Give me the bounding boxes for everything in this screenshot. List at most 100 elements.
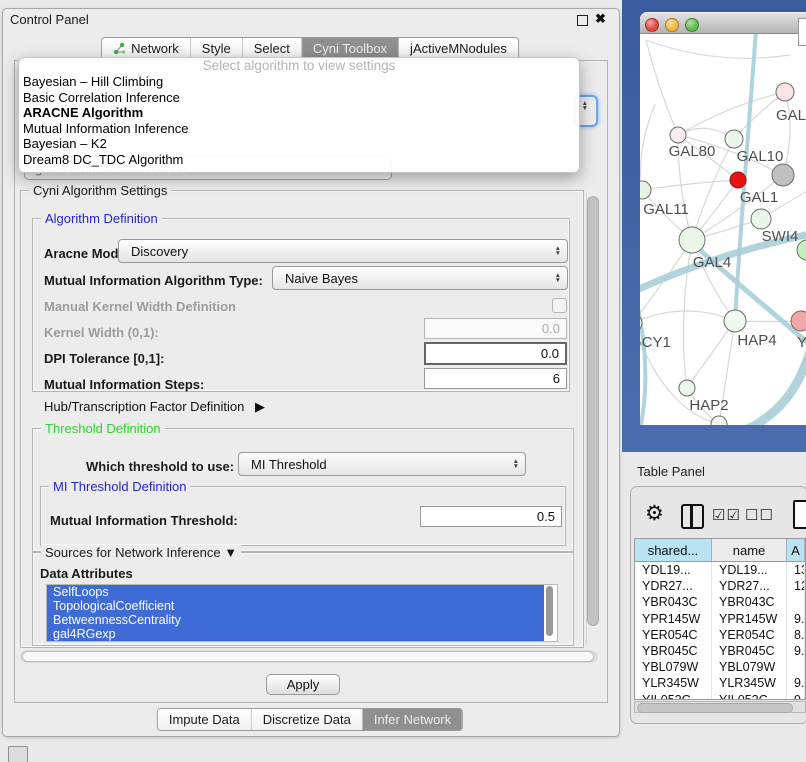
mac-zoom-icon[interactable] xyxy=(685,18,699,32)
network-node-gal10[interactable] xyxy=(725,130,743,148)
stepper-arrows-icon: ▲▼ xyxy=(513,459,519,469)
settings-hscrollbar[interactable] xyxy=(20,650,598,663)
aracne-mode-combo[interactable]: Discovery ▲▼ xyxy=(118,239,568,263)
mac-minimize-icon[interactable] xyxy=(665,18,679,32)
table-row[interactable]: YIL052CYIL052C9 xyxy=(635,692,805,700)
column-header-a[interactable]: A xyxy=(787,539,805,562)
close-icon[interactable]: ✖ xyxy=(595,11,606,27)
mi-type-value: Naive Bayes xyxy=(285,271,358,286)
network-node-gal80[interactable] xyxy=(670,127,686,143)
minimized-panel-icon[interactable] xyxy=(8,746,28,762)
attribute-item-gal4rgexp[interactable]: gal4RGexp xyxy=(47,627,544,641)
network-node-gal[interactable] xyxy=(776,83,794,101)
node-label-gal11: GAL11 xyxy=(643,201,689,218)
columns-icon[interactable] xyxy=(681,504,704,529)
tab-network-label: Network xyxy=(131,41,179,56)
deselect-all-icon[interactable]: ☐☐ xyxy=(745,506,774,524)
tab-network[interactable]: Network xyxy=(102,38,191,59)
bottom-tab-infer-network[interactable]: Infer Network xyxy=(363,709,462,730)
tab-jactivemnodules[interactable]: jActiveMNodules xyxy=(399,38,518,59)
network-node-gal4[interactable] xyxy=(679,227,705,253)
tab-cyni-toolbox[interactable]: Cyni Toolbox xyxy=(302,38,399,59)
float-window-icon[interactable] xyxy=(577,15,588,26)
table-row[interactable]: YBL079WYBL079W xyxy=(635,659,805,675)
table-cell: YIL052C xyxy=(712,692,787,700)
attribute-item-topologicalcoefficient[interactable]: TopologicalCoefficient xyxy=(47,599,544,613)
which-threshold-label: Which threshold to use: xyxy=(86,459,234,474)
column-header-name[interactable]: name xyxy=(712,539,787,562)
mi-threshold-field[interactable]: 0.5 xyxy=(420,506,562,527)
select-all-icon[interactable]: ☑☑ xyxy=(712,506,741,524)
mi-steps-field[interactable]: 6 xyxy=(424,368,567,389)
network-view[interactable]: GALGAL80GAL10GAL1GAL11SWI4GAL4GCY1HAP4YH… xyxy=(640,34,806,425)
attribute-item-selfloops[interactable]: SelfLoops xyxy=(47,585,544,599)
bottom-tab-impute-data[interactable]: Impute Data xyxy=(158,709,252,730)
dpi-tolerance-field[interactable]: 0.0 xyxy=(424,342,567,365)
mac-close-icon[interactable] xyxy=(645,18,659,32)
table-row[interactable]: YDL19...YDL19...13 xyxy=(635,562,805,578)
network-edge xyxy=(646,40,790,58)
network-edge xyxy=(646,40,678,135)
settings-hscrollbar-thumb[interactable] xyxy=(22,651,594,662)
table-row[interactable]: YER054CYER054C8. xyxy=(635,627,805,643)
kernel-width-field[interactable]: 0.0 xyxy=(424,318,567,339)
manual-kernel-checkbox[interactable] xyxy=(552,298,567,313)
node-label-swi4: SWI4 xyxy=(762,228,799,245)
expand-right-icon: ▶ xyxy=(255,399,265,414)
tab-style[interactable]: Style xyxy=(191,38,243,59)
network-window-titlebar[interactable] xyxy=(640,12,806,34)
cyni-bottom-tab-bar: Impute Data Discretize Data Infer Network xyxy=(157,708,463,731)
gear-icon[interactable]: ⚙ xyxy=(645,501,664,526)
network-node-gal1[interactable] xyxy=(730,172,746,188)
mi-threshold-title: MI Threshold Definition xyxy=(49,479,190,494)
collapse-down-icon[interactable]: ▼ xyxy=(224,545,237,560)
network-node-y[interactable] xyxy=(791,311,806,331)
dpi-tolerance-label: DPI Tolerance [0,1]: xyxy=(44,351,164,366)
apply-button[interactable]: Apply xyxy=(266,674,340,695)
bottom-tab-discretize-data-label: Discretize Data xyxy=(263,712,351,727)
table-cell: YDR27... xyxy=(712,578,787,594)
network-node[interactable] xyxy=(711,416,727,425)
table-hscrollbar[interactable] xyxy=(634,701,806,713)
network-node-gal11[interactable] xyxy=(640,181,651,199)
mi-type-combo[interactable]: Naive Bayes ▲▼ xyxy=(272,266,568,290)
table-cell: 9. xyxy=(787,643,805,659)
table-row[interactable]: YBR043CYBR043C xyxy=(635,594,805,610)
cyni-settings-title: Cyni Algorithm Settings xyxy=(29,183,171,198)
table-row[interactable]: YBR045CYBR045C9. xyxy=(635,643,805,659)
sources-title-text: Sources for Network Inference xyxy=(45,545,221,560)
bottom-tab-discretize-data[interactable]: Discretize Data xyxy=(252,709,363,730)
table-row[interactable]: YDR27...YDR27...12 xyxy=(635,578,805,594)
column-header-shared-[interactable]: shared... xyxy=(635,539,712,562)
algorithm-option-basic-correlation-inference[interactable]: Basic Correlation Inference xyxy=(19,90,579,106)
algorithm-option-bayesian-hill-climbing[interactable]: Bayesian – Hill Climbing xyxy=(19,74,579,90)
table-cell xyxy=(787,594,805,610)
table-row[interactable]: YLR345WYLR345W9. xyxy=(635,675,805,691)
new-table-icon[interactable] xyxy=(793,500,806,529)
network-node-hap2[interactable] xyxy=(679,380,695,396)
table-header-row: shared...nameA xyxy=(635,539,805,562)
hub-definition-expander[interactable]: Hub/Transcription Factor Definition ▶ xyxy=(44,399,265,415)
table-row[interactable]: YPR145WYPR145W9. xyxy=(635,611,805,627)
network-node[interactable] xyxy=(797,240,806,260)
which-threshold-combo[interactable]: MI Threshold ▲▼ xyxy=(238,452,526,476)
algorithm-option-dream8-dc-tdc-algorithm[interactable]: Dream8 DC_TDC Algorithm xyxy=(19,152,579,168)
settings-scrollbar-thumb[interactable] xyxy=(587,196,599,626)
network-node[interactable] xyxy=(772,164,794,186)
table-cell: 9. xyxy=(787,611,805,627)
aracne-mode-value: Discovery xyxy=(131,244,188,259)
tab-select[interactable]: Select xyxy=(243,38,302,59)
algorithm-option-bayesian-k2[interactable]: Bayesian – K2 xyxy=(19,136,579,152)
algorithm-option-aracne-algorithm[interactable]: ARACNE Algorithm xyxy=(19,105,579,121)
network-node-swi4[interactable] xyxy=(751,209,771,229)
sources-title: Sources for Network Inference ▼ xyxy=(41,545,241,560)
table-cell: YBR043C xyxy=(635,594,712,610)
attribute-list-scrollbar[interactable] xyxy=(546,586,553,636)
network-edge xyxy=(642,180,738,190)
table-hscrollbar-thumb[interactable] xyxy=(637,703,793,713)
network-node-hap4[interactable] xyxy=(724,310,746,332)
node-label-gal10: GAL10 xyxy=(737,148,784,165)
attribute-item-betweennesscentrality[interactable]: BetweennessCentrality xyxy=(47,613,544,627)
algorithm-option-mutual-information-inference[interactable]: Mutual Information Inference xyxy=(19,121,579,137)
data-attributes-list[interactable]: SelfLoopsTopologicalCoefficientBetweenne… xyxy=(46,584,558,642)
